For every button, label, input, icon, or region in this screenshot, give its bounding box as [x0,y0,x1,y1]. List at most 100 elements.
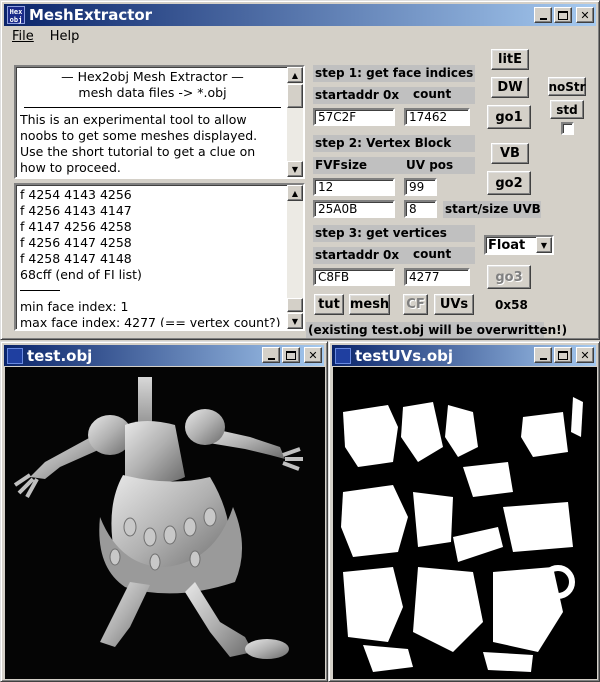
std-button[interactable]: std [550,100,584,119]
mesh-button[interactable]: mesh [349,294,390,315]
overwrite-warning: (existing test.obj will be overwritten!) [306,322,568,338]
close-button[interactable]: ✕ [576,347,594,363]
face-line: min face index: 1 [20,299,129,314]
step1-count-input[interactable]: 17462 [404,108,470,126]
info-textarea[interactable]: — Hex2obj Mesh Extractor — mesh data fil… [14,65,305,179]
face-line: f 4258 4147 4148 [20,251,132,266]
close-button[interactable]: ✕ [576,7,594,23]
mesh-right-foot [245,639,289,659]
std-checkbox[interactable] [561,122,574,135]
menu-help[interactable]: Help [42,29,88,44]
fvfsize-input[interactable]: 12 [313,178,395,196]
minimize-button[interactable] [262,347,280,363]
uv-island [343,405,398,467]
uv-viewport[interactable] [333,367,597,679]
scroll-down-icon[interactable]: ▼ [287,313,303,329]
step1-label: step 1: get face indices [313,65,475,82]
minimize-button[interactable] [534,7,552,23]
nostr-button[interactable]: noStr [548,77,586,96]
close-icon: ✕ [580,348,590,362]
fvfsize-label: FVFsize [315,158,368,172]
maximize-button[interactable] [554,347,572,363]
uvb-start-input[interactable]: 25A0B [313,200,395,218]
mesh-bobble [183,517,197,537]
uv-layout-render [341,397,583,672]
window-title: MeshExtractor [29,6,153,24]
uv-island [483,652,533,672]
maximize-icon [558,350,568,360]
vb-button[interactable]: VB [491,143,529,164]
info-body-line: noobs to get some meshes displayed. [20,128,258,143]
info-text-content: — Hex2obj Mesh Extractor — mesh data fil… [20,69,285,175]
uvs-button[interactable]: UVs [434,294,474,315]
scroll-down-icon[interactable]: ▼ [287,161,303,177]
info-subheading: mesh data files -> *.obj [78,85,227,100]
step3-startaddr-input[interactable]: C8FB [313,268,395,286]
main-titlebar[interactable]: Hex obj MeshExtractor ✕ [4,4,596,26]
test-uvs-titlebar[interactable]: testUVs.obj ✕ [332,345,596,366]
close-icon: ✕ [580,8,590,22]
hex-size-readout: 0x58 [495,298,528,312]
face-line: 68cff (end of FI list) [20,267,142,282]
info-body-line: This is an experimental tool to allow [20,112,247,127]
scroll-thumb[interactable] [287,84,303,108]
menu-file[interactable]: File [4,29,42,44]
uv-island [413,567,483,652]
float-select-value: Float [488,238,526,253]
face-list-divider [20,290,60,291]
tut-button[interactable]: tut [314,294,344,315]
info-scrollbar[interactable]: ▲ ▼ [287,67,303,177]
main-window: Hex obj MeshExtractor ✕ File Help — Hex2… [0,0,600,340]
go2-button[interactable]: go2 [487,171,531,195]
uvpos-input[interactable]: 99 [404,178,437,196]
maximize-button[interactable] [554,7,572,23]
test-obj-titlebar[interactable]: test.obj ✕ [4,345,324,366]
test-obj-window: test.obj ✕ [0,341,328,682]
face-line: f 4254 4143 4256 [20,187,132,202]
test-uvs-window: testUVs.obj ✕ [328,341,600,682]
maximize-icon [558,10,568,20]
mesh-bobble [189,550,201,568]
minimize-icon [539,358,547,360]
go3-button[interactable]: go3 [487,265,531,289]
dw-button[interactable]: DW [491,77,529,98]
uv-island [571,397,583,437]
chevron-down-icon[interactable]: ▼ [536,237,552,253]
lite-button[interactable]: litE [491,49,529,70]
scroll-up-icon[interactable]: ▲ [287,67,303,83]
uvb-size-input[interactable]: 8 [404,200,437,218]
uv-island [493,567,563,652]
step1-startaddr-input[interactable]: 57C2F [313,108,395,126]
step3-count-input[interactable]: 4277 [404,268,470,286]
maximize-button[interactable] [282,347,300,363]
mesh-left-leg [100,582,150,647]
step1-count-label: count [413,87,452,101]
mesh-torso [125,421,185,483]
cf-button[interactable]: CF [403,294,428,315]
float-select[interactable]: Float ▼ [484,235,554,255]
uv-island [463,462,513,497]
app-icon: Hex obj [7,6,25,24]
face-line: f 4256 4147 4258 [20,235,132,250]
go1-button[interactable]: go1 [487,105,531,129]
face-line: max face index: 4277 (== vertex count?) [20,315,281,327]
mesh-viewport[interactable] [5,367,325,679]
close-button[interactable]: ✕ [304,347,322,363]
uvpos-label: UV pos [406,158,454,172]
uv-island [363,645,413,672]
uv-island [453,527,503,562]
uv-island [521,412,568,457]
close-icon: ✕ [308,348,318,362]
step2-label: step 2: Vertex Block [313,135,475,152]
mesh-bobble [109,548,121,566]
face-list-scrollbar[interactable]: ▲ ▼ [287,185,303,329]
scroll-thumb[interactable] [287,298,303,312]
info-heading: — Hex2obj Mesh Extractor — [61,69,244,84]
test-uvs-title: testUVs.obj [355,346,454,365]
scroll-up-icon[interactable]: ▲ [287,185,303,201]
uv-island [343,567,403,642]
minimize-button[interactable] [534,347,552,363]
mesh-right-hand [282,447,303,471]
mesh-right-shoulder [185,409,225,445]
face-list-textarea[interactable]: f 4254 4143 4256 f 4256 4143 4147 f 4147… [14,183,305,331]
